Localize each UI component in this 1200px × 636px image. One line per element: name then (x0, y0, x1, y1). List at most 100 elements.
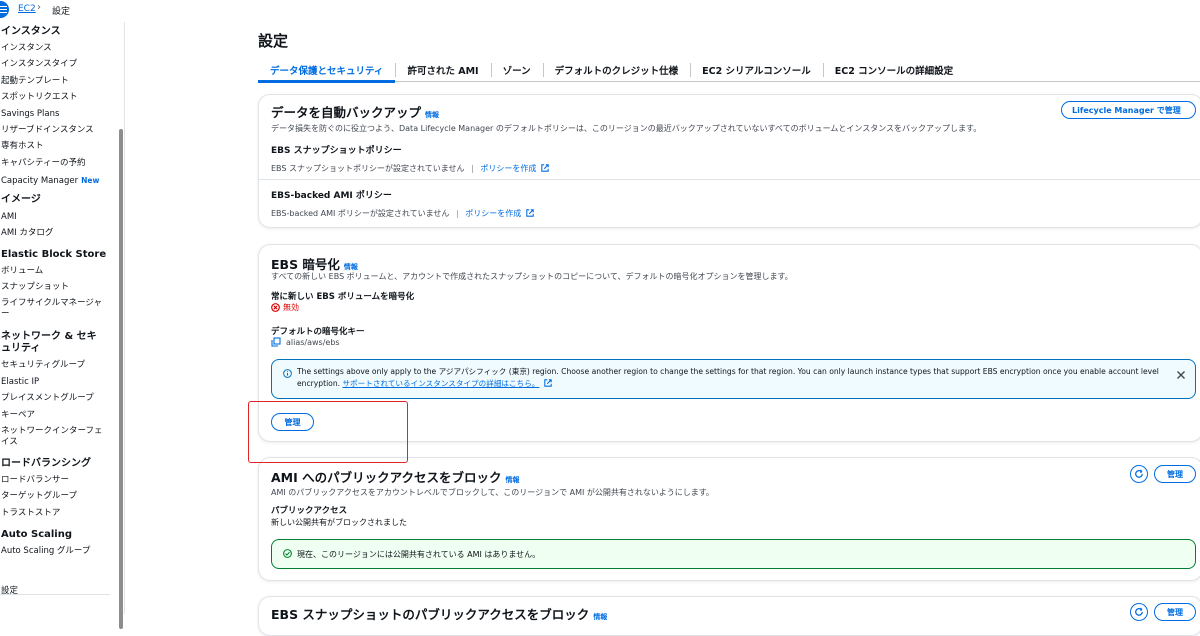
snapshot-policy-status: EBS スナップショットポリシーが設定されていません | ポリシーを作成 (271, 163, 549, 174)
copy-icon[interactable] (271, 337, 281, 347)
sidebar-item-capacity-manager[interactable]: Capacity ManagerNew (1, 175, 111, 187)
public-access-heading: パブリックアクセス (271, 504, 347, 516)
sidebar-section-auto-scaling: Auto Scaling (1, 529, 111, 541)
default-key-text: alias/aws/ebs (286, 338, 340, 347)
sidebar-item-instances[interactable]: インスタンス (1, 43, 111, 54)
no-public-ami-text: 現在、このリージョンには公開共有されている AMI はありません。 (297, 549, 540, 560)
ami-public-access-title-text: AMI へのパブリックアクセスをブロック (271, 470, 502, 485)
info-link[interactable]: 情報 (344, 263, 358, 271)
tab-default-credit[interactable]: デフォルトのクレジット仕様 (543, 58, 691, 82)
sidebar-item-label: Capacity Manager (1, 176, 78, 186)
snapshot-policy-heading: EBS スナップショットポリシー (271, 143, 402, 156)
backup-title-text: データを自動バックアップ (271, 105, 421, 120)
breadcrumb-current: 設定 (52, 4, 70, 17)
region-info-text: The settings above only apply to the アジア… (297, 366, 1157, 390)
supported-instance-types-link[interactable]: サポートされているインスタンスタイプの詳細はこちら。 (342, 379, 539, 388)
ami-public-access-card: AMI へのパブリックアクセスをブロック情報 管理 AMI のパブリックアクセス… (258, 457, 1200, 581)
main-content: 設定 データ保護とセキュリティ 許可された AMI ゾーン デフォルトのクレジッ… (258, 0, 1200, 614)
sidebar-item-ami-catalog[interactable]: AMI カタログ (1, 228, 111, 239)
external-link-icon (544, 379, 552, 387)
chevron-right-icon: › (37, 2, 41, 13)
snapshot-public-access-card: EBS スナップショットのパブリックアクセスをブロック情報 管理 (258, 596, 1200, 636)
ami-policy-heading: EBS-backed AMI ポリシー (271, 188, 392, 201)
backup-description: データ損失を防ぐのに役立つよう、Data Lifecycle Manager の… (271, 123, 981, 134)
sidebar-item-target-groups[interactable]: ターゲットグループ (1, 491, 111, 502)
sidebar-item-reserved-instances[interactable]: リザーブドインスタンス (1, 125, 111, 136)
close-icon[interactable] (1176, 370, 1186, 380)
status-disabled-icon (271, 303, 280, 312)
sidebar-item-capacity-reservations[interactable]: キャパシティーの予約 (1, 158, 111, 169)
ami-policy-status-text: EBS-backed AMI ポリシーが設定されていません (271, 209, 449, 218)
sidebar-item-snapshots[interactable]: スナップショット (1, 282, 111, 293)
sidebar-item-spot-requests[interactable]: スポットリクエスト (1, 92, 111, 103)
snapshot-policy-status-text: EBS スナップショットポリシーが設定されていません (271, 164, 465, 173)
region-info-alert: The settings above only apply to the アジア… (271, 359, 1196, 399)
sidebar-scrollbar[interactable] (119, 129, 123, 629)
tab-console-preferences[interactable]: EC2 コンソールの詳細設定 (823, 58, 965, 82)
info-link[interactable]: 情報 (506, 476, 520, 484)
sidebar-item-auto-scaling-groups[interactable]: Auto Scaling グループ (1, 546, 111, 557)
sidebar-item-dedicated-hosts[interactable]: 専有ホスト (1, 141, 111, 152)
always-encrypt-value: 無効 (283, 302, 299, 313)
info-link[interactable]: 情報 (425, 111, 439, 119)
settings-tabs: データ保護とセキュリティ 許可された AMI ゾーン デフォルトのクレジット仕様… (258, 58, 1200, 82)
breadcrumb-ec2-link[interactable]: EC2 (18, 4, 36, 14)
sidebar-item-trust-stores[interactable]: トラストストア (1, 508, 111, 519)
sidebar-section-network: ネットワーク & セキュリティ (1, 331, 103, 355)
lifecycle-manager-button[interactable]: Lifecycle Manager で管理 (1061, 101, 1196, 119)
ebs-encryption-description: すべての新しい EBS ボリュームと、アカウントで作成されたスナップショットのコ… (271, 271, 793, 282)
ami-public-access-description: AMI のパブリックアクセスをアカウントレベルでブロックして、このリージョンで … (271, 487, 714, 498)
external-link-icon (526, 209, 534, 217)
sidebar-section-ebs: Elastic Block Store (1, 249, 111, 261)
always-encrypt-status: 無効 (271, 302, 299, 313)
always-encrypt-heading: 常に新しい EBS ボリュームを暗号化 (271, 290, 414, 302)
separator: | (456, 209, 459, 218)
highlight-box (248, 401, 408, 463)
tab-serial-console[interactable]: EC2 シリアルコンソール (690, 58, 823, 82)
sidebar-item-savings-plans[interactable]: Savings Plans (1, 109, 111, 120)
sidebar-item-network-interfaces[interactable]: ネットワークインターフェイス (1, 426, 103, 448)
page-title: 設定 (258, 30, 288, 51)
default-key-value: alias/aws/ebs (271, 337, 340, 347)
success-icon (283, 549, 292, 558)
sidebar: インスタンス インスタンス インスタンスタイプ 起動テンプレート スポットリクエ… (0, 22, 125, 614)
ami-policy-status: EBS-backed AMI ポリシーが設定されていません | ポリシーを作成 (271, 208, 534, 219)
new-badge: New (81, 176, 99, 185)
create-ami-policy-link[interactable]: ポリシーを作成 (465, 209, 521, 218)
sidebar-section-images: イメージ (1, 194, 111, 206)
separator: | (471, 164, 474, 173)
menu-icon[interactable] (0, 1, 9, 18)
sidebar-item-elastic-ip[interactable]: Elastic IP (1, 377, 111, 388)
ebs-encryption-title-text: EBS 暗号化 (271, 257, 340, 272)
no-public-ami-alert: 現在、このリージョンには公開共有されている AMI はありません。 (271, 539, 1196, 569)
refresh-button[interactable] (1130, 603, 1148, 621)
refresh-button[interactable] (1130, 465, 1148, 483)
sidebar-item-settings[interactable]: 設定 (1, 586, 111, 597)
tab-data-protection[interactable]: データ保護とセキュリティ (258, 58, 395, 82)
manage-snapshot-access-button[interactable]: 管理 (1154, 603, 1196, 621)
sidebar-item-placement-groups[interactable]: プレイスメントグループ (1, 393, 111, 404)
sidebar-item-security-groups[interactable]: セキュリティグループ (1, 360, 111, 371)
sidebar-item-load-balancers[interactable]: ロードバランサー (1, 475, 111, 486)
backup-title: データを自動バックアップ情報 (271, 102, 439, 121)
create-snapshot-policy-link[interactable]: ポリシーを作成 (480, 164, 536, 173)
sidebar-item-ami[interactable]: AMI (1, 212, 111, 223)
sidebar-section-load-balancing: ロードバランシング (1, 458, 111, 470)
sidebar-item-key-pairs[interactable]: キーペア (1, 410, 111, 421)
region-info-line-2-text: encryption. (297, 379, 340, 388)
snapshot-public-access-title-text: EBS スナップショットのパブリックアクセスをブロック (271, 607, 589, 622)
info-link[interactable]: 情報 (593, 613, 607, 621)
tab-allowed-ami[interactable]: 許可された AMI (395, 58, 490, 82)
manage-ami-access-button[interactable]: 管理 (1154, 465, 1196, 483)
sidebar-item-launch-templates[interactable]: 起動テンプレート (1, 76, 111, 87)
tab-zones[interactable]: ゾーン (491, 58, 543, 82)
info-icon (283, 369, 292, 378)
sidebar-item-instance-types[interactable]: インスタンスタイプ (1, 59, 111, 70)
public-access-value: 新しい公開共有がブロックされました (271, 517, 407, 528)
sidebar-item-lifecycle-manager[interactable]: ライフサイクルマネージャー (1, 298, 103, 320)
refresh-icon (1134, 469, 1144, 479)
default-key-heading: デフォルトの暗号化キー (271, 325, 365, 337)
ami-public-access-title: AMI へのパブリックアクセスをブロック情報 (271, 467, 520, 486)
region-info-line-1: The settings above only apply to the アジア… (297, 366, 1157, 378)
sidebar-item-volumes[interactable]: ボリューム (1, 266, 111, 277)
